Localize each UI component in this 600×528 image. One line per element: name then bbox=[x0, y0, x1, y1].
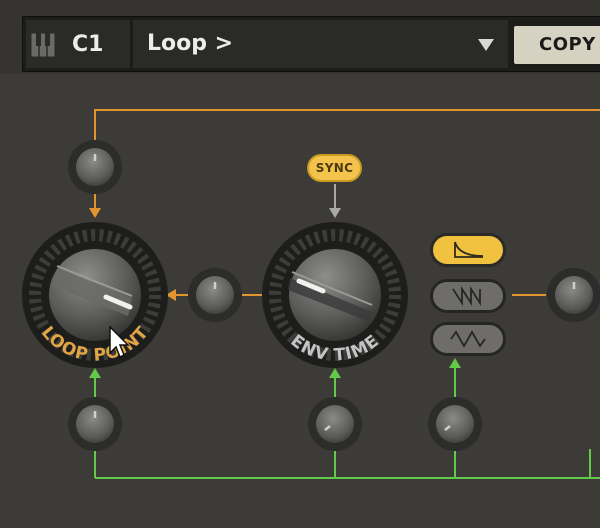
sync-arrow-icon bbox=[329, 208, 341, 218]
arrow-up-icon bbox=[329, 368, 341, 378]
triangle-waveform-button[interactable] bbox=[430, 322, 506, 356]
modulation-panel: C1 Loop > COPY LOOP POINT ENV TIME SYNC bbox=[0, 0, 600, 528]
env-time-mod-source-knob[interactable] bbox=[308, 397, 362, 451]
triangle-wave-icon bbox=[450, 330, 486, 348]
routing-graphics: LOOP POINT ENV TIME bbox=[22, 109, 600, 479]
env-time-amount-knob[interactable] bbox=[188, 268, 242, 322]
arrow-up-icon bbox=[449, 358, 461, 368]
sync-label: SYNC bbox=[315, 161, 354, 175]
decay-waveform-button[interactable] bbox=[430, 233, 506, 267]
loop-point-mod-source-knob[interactable] bbox=[68, 397, 122, 451]
output-amount-knob[interactable] bbox=[547, 268, 600, 322]
arrow-down-icon bbox=[89, 208, 101, 218]
mouse-cursor-icon bbox=[109, 326, 130, 359]
decay-curve-icon bbox=[454, 241, 484, 258]
waveform-mod-source-knob[interactable] bbox=[428, 397, 482, 451]
arrow-up-icon bbox=[89, 368, 101, 378]
saw-waveform-button[interactable] bbox=[430, 279, 506, 313]
sync-button[interactable]: SYNC bbox=[307, 154, 362, 182]
sawtooth-wave-icon bbox=[452, 285, 481, 307]
loop-point-mod-knob[interactable] bbox=[68, 140, 122, 194]
